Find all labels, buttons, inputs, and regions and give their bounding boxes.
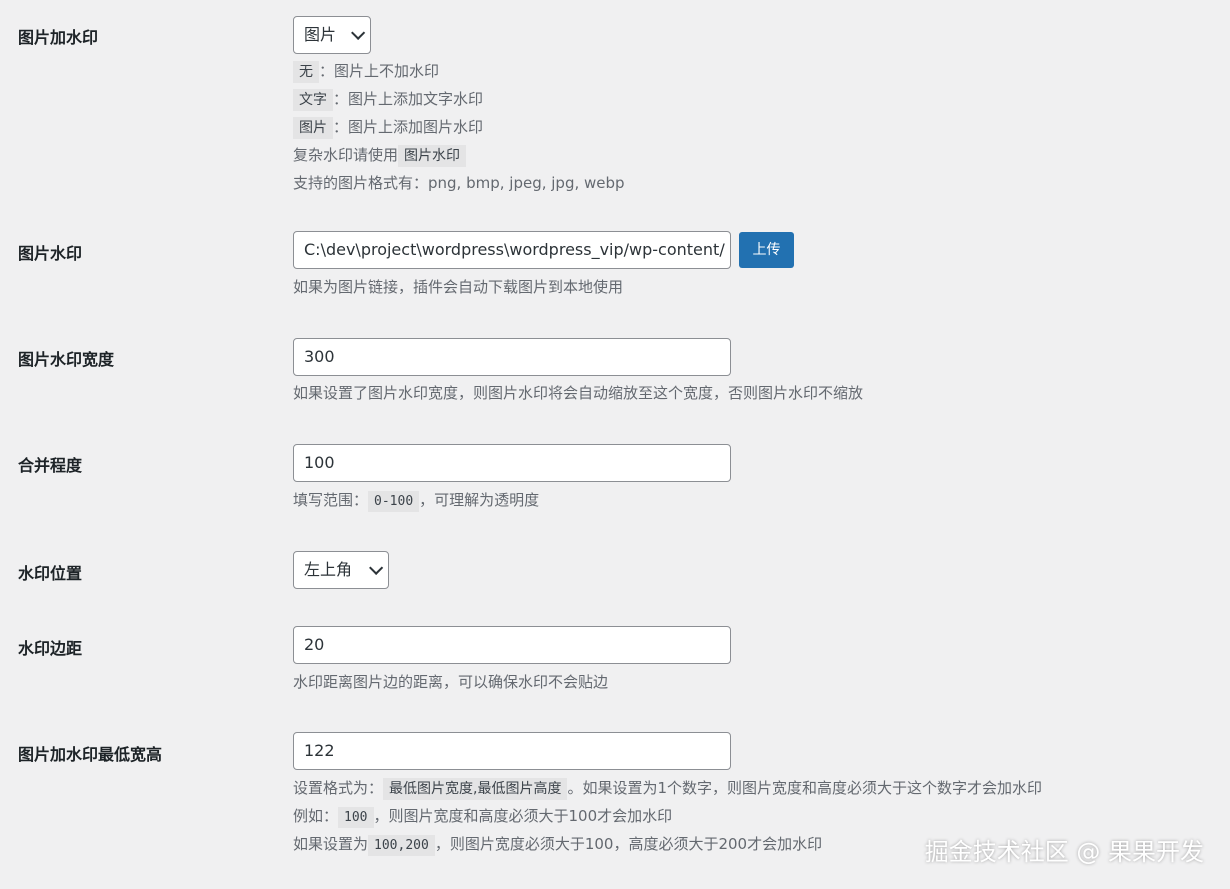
margin-input[interactable]: 20 bbox=[293, 626, 731, 664]
chevron-down-icon bbox=[369, 560, 384, 575]
min-line3-code: 100,200 bbox=[368, 835, 435, 856]
watermark-type-value: 图片 bbox=[304, 25, 337, 44]
option-text-image: ：图片上添加图片水印 bbox=[333, 118, 484, 136]
site-watermark: 掘金技术社区 @ 果果开发 bbox=[924, 838, 1204, 866]
label-min-size: 图片加水印最低宽高 bbox=[18, 745, 163, 764]
position-value: 左上角 bbox=[304, 560, 353, 579]
merge-desc-prefix: 填写范围： bbox=[293, 491, 369, 509]
watermark-width-desc: 如果设置了图片水印宽度，则图片水印将会自动缩放至这个宽度，否则图片水印不缩放 bbox=[293, 384, 864, 402]
image-watermark-desc: 如果为图片链接，插件会自动下载图片到本地使用 bbox=[293, 278, 624, 296]
min-line1-code: 最低图片宽度,最低图片高度 bbox=[383, 778, 568, 800]
min-line1-suffix: 。如果设置为1个数字，则图片宽度和高度必须大于这个数字才会加水印 bbox=[567, 779, 1043, 797]
watermark-type-select[interactable]: 图片 bbox=[293, 16, 371, 54]
min-size-input[interactable]: 122 bbox=[293, 732, 731, 770]
option-code-text: 文字 bbox=[293, 89, 333, 111]
label-position: 水印位置 bbox=[18, 564, 83, 583]
merge-level-desc: 填写范围： 0-100 ，可理解为透明度 bbox=[293, 487, 539, 515]
chevron-down-icon bbox=[351, 25, 366, 40]
option-text-text: ：图片上添加文字水印 bbox=[333, 90, 484, 108]
image-watermark-input[interactable]: C:\dev\project\wordpress\wordpress_vip/w… bbox=[293, 231, 731, 269]
min-line2-suffix: ，则图片宽度和高度必须大于100才会加水印 bbox=[373, 807, 673, 825]
merge-desc-suffix: ，可理解为透明度 bbox=[419, 491, 540, 509]
min-line1-prefix: 设置格式为： bbox=[293, 779, 384, 797]
merge-desc-code: 0-100 bbox=[368, 491, 420, 512]
label-watermark-type: 图片加水印 bbox=[18, 28, 99, 47]
min-line3-prefix: 如果设置为 bbox=[293, 835, 369, 853]
label-watermark-width: 图片水印宽度 bbox=[18, 350, 115, 369]
position-select[interactable]: 左上角 bbox=[293, 551, 389, 589]
upload-button[interactable]: 上传 bbox=[739, 232, 794, 268]
formats-text: 支持的图片格式有：png, bmp, jpeg, jpg, webp bbox=[293, 174, 625, 192]
option-code-none: 无 bbox=[293, 61, 319, 83]
watermark-width-input[interactable]: 300 bbox=[293, 338, 731, 376]
min-line2-code: 100 bbox=[338, 807, 374, 828]
merge-level-input[interactable]: 100 bbox=[293, 444, 731, 482]
label-margin: 水印边距 bbox=[18, 639, 83, 658]
complex-code: 图片水印 bbox=[398, 145, 467, 167]
min-line2-prefix: 例如： bbox=[293, 807, 339, 825]
label-image-watermark: 图片水印 bbox=[18, 244, 83, 263]
complex-prefix: 复杂水印请使用 bbox=[293, 146, 399, 164]
option-code-image: 图片 bbox=[293, 117, 333, 139]
label-merge-level: 合并程度 bbox=[18, 456, 83, 475]
option-text-none: ：图片上不加水印 bbox=[319, 62, 440, 80]
min-line3-suffix: ，则图片宽度必须大于100，高度必须大于200才会加水印 bbox=[434, 835, 823, 853]
margin-desc: 水印距离图片边的距离，可以确保水印不会贴边 bbox=[293, 673, 609, 691]
watermark-type-desc: 无：图片上不加水印 文字 ：图片上添加文字水印 图片 ：图片上添加图片水印 复杂水印… bbox=[293, 58, 625, 197]
